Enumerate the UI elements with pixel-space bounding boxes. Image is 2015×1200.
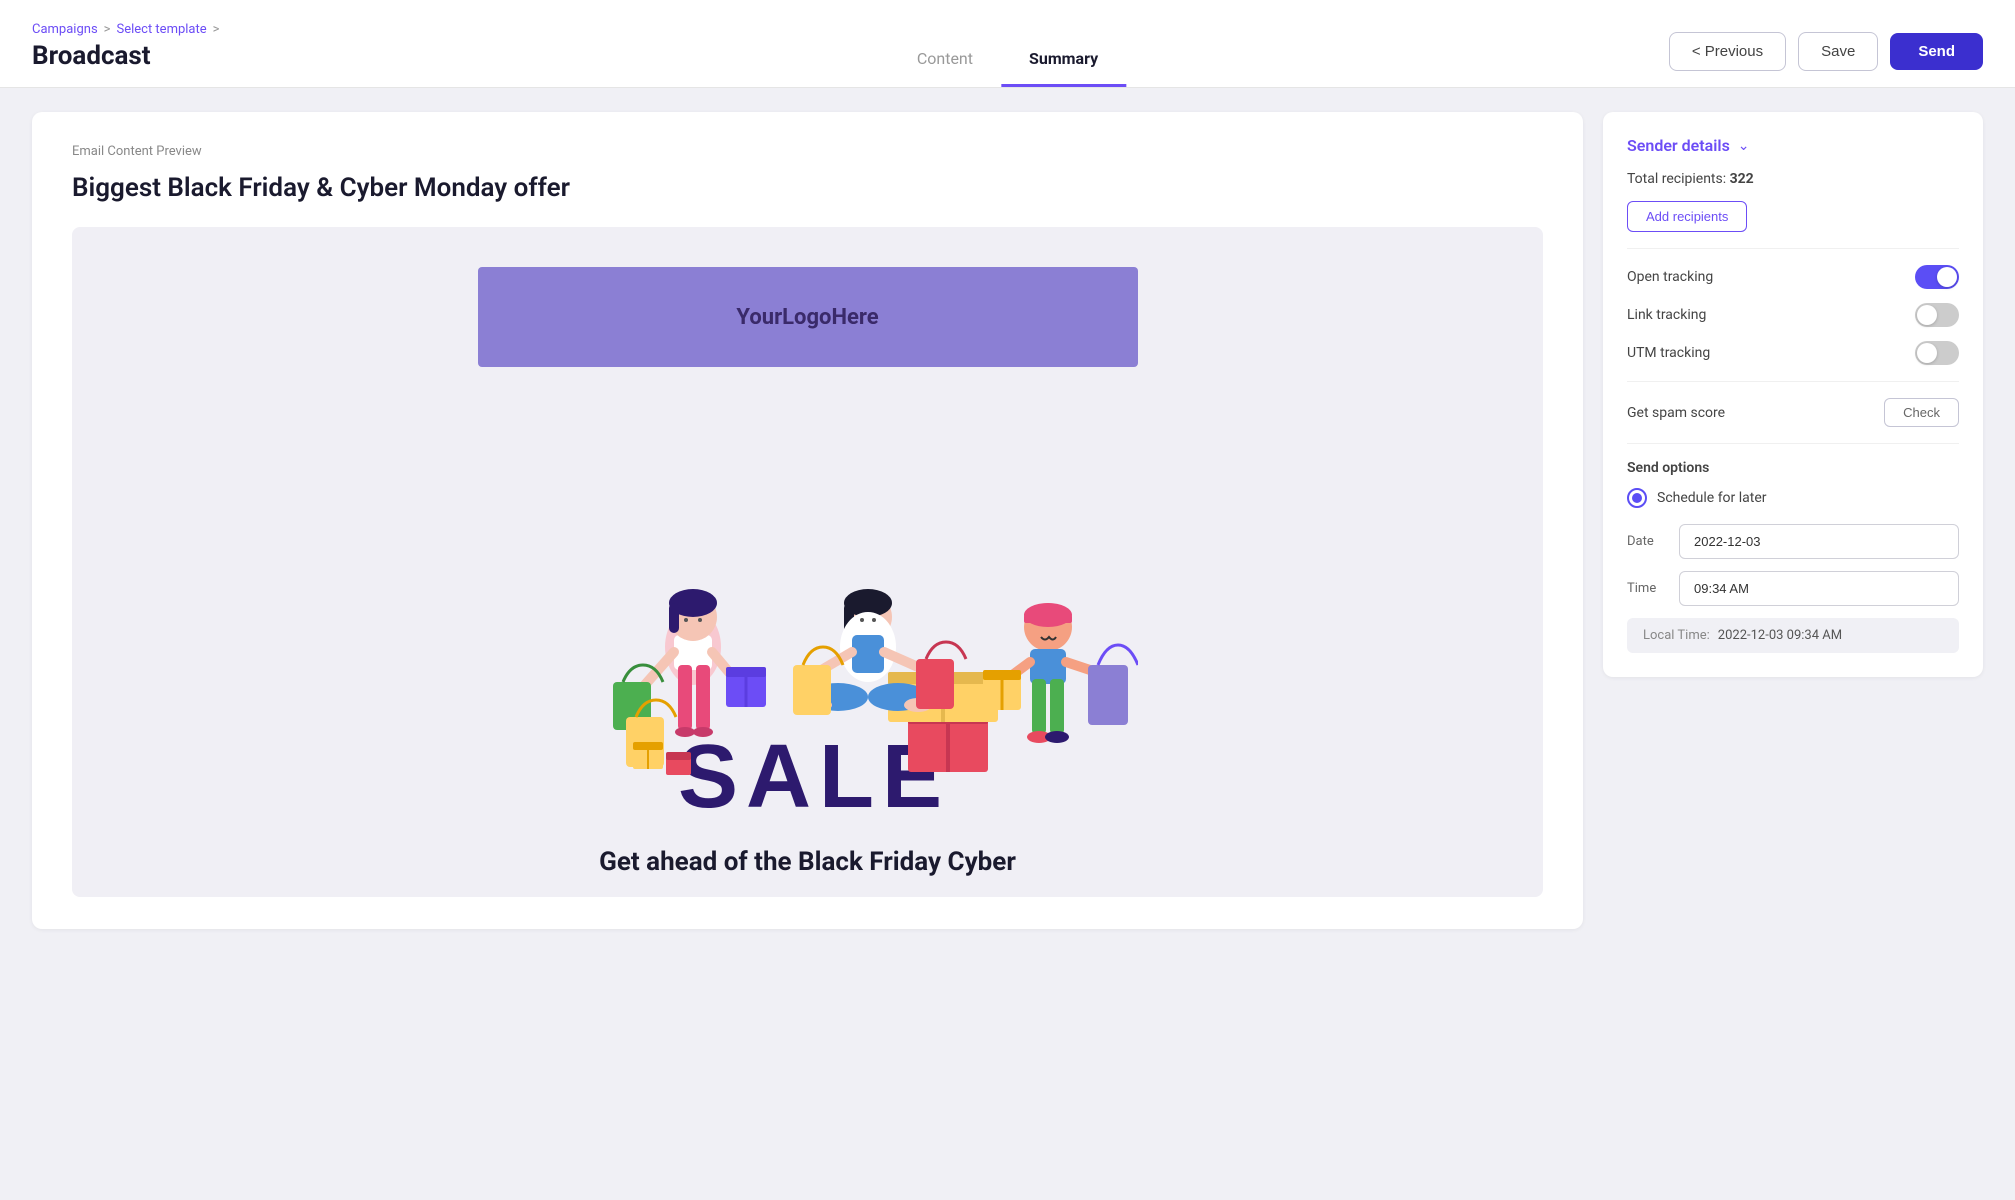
sender-details-card: Sender details ⌄ Total recipients: 322 A…	[1603, 112, 1983, 677]
time-input[interactable]	[1679, 571, 1959, 606]
header-actions: < Previous Save Send	[1669, 32, 1983, 87]
logo-text: YourLogoHere	[736, 305, 878, 330]
open-tracking-toggle[interactable]	[1915, 265, 1959, 289]
page-title: Broadcast	[32, 41, 219, 87]
check-button[interactable]: Check	[1884, 398, 1959, 427]
add-recipients-button[interactable]: Add recipients	[1627, 201, 1747, 232]
email-preview-panel: Email Content Preview Biggest Black Frid…	[32, 112, 1583, 929]
toggle-knob-3	[1917, 343, 1937, 363]
save-button[interactable]: Save	[1798, 32, 1878, 71]
schedule-later-label: Schedule for later	[1657, 490, 1767, 506]
main-content: Email Content Preview Biggest Black Frid…	[0, 88, 2015, 953]
local-time-row: Local Time: 2022-12-03 09:34 AM	[1627, 618, 1959, 653]
link-tracking-row: Link tracking	[1627, 303, 1959, 327]
header-tabs: Content Summary	[889, 37, 1126, 87]
sale-preview-text: Get ahead of the Black Friday Cyber	[72, 827, 1543, 897]
tab-summary[interactable]: Summary	[1001, 37, 1126, 87]
date-field-row: Date	[1627, 524, 1959, 559]
tab-content[interactable]: Content	[889, 37, 1001, 87]
divider-3	[1627, 443, 1959, 444]
breadcrumb: Campaigns > Select template >	[32, 22, 219, 37]
sender-header: Sender details ⌄	[1627, 136, 1959, 155]
page-header: Campaigns > Select template > Broadcast …	[0, 0, 2015, 88]
preview-label: Email Content Preview	[72, 144, 1543, 159]
email-preview-container: YourLogoHere SALE	[72, 227, 1543, 897]
breadcrumb-sep2: >	[213, 22, 220, 37]
schedule-radio-row[interactable]: Schedule for later	[1627, 488, 1959, 508]
date-label: Date	[1627, 534, 1667, 549]
logo-normal: YourLogo	[736, 305, 831, 330]
send-button[interactable]: Send	[1890, 33, 1983, 70]
recipients-row: Total recipients: 322	[1627, 171, 1959, 187]
total-recipients-label: Total recipients: 322	[1627, 171, 1754, 187]
header-left: Campaigns > Select template > Broadcast	[32, 22, 219, 87]
recipients-count: 322	[1730, 171, 1754, 187]
sale-illustration: SALE	[478, 387, 1138, 827]
local-time-label: Local Time:	[1643, 628, 1710, 643]
chevron-down-icon[interactable]: ⌄	[1738, 138, 1750, 154]
logo-bold: Here	[831, 305, 878, 330]
schedule-radio[interactable]	[1627, 488, 1647, 508]
local-time-value: 2022-12-03 09:34 AM	[1718, 628, 1842, 643]
toggle-knob-2	[1917, 305, 1937, 325]
link-tracking-toggle[interactable]	[1915, 303, 1959, 327]
open-tracking-row: Open tracking	[1627, 265, 1959, 289]
sidebar: Sender details ⌄ Total recipients: 322 A…	[1603, 112, 1983, 677]
spam-score-label: Get spam score	[1627, 405, 1725, 421]
toggle-knob	[1937, 267, 1957, 287]
breadcrumb-sep1: >	[104, 22, 111, 37]
date-input[interactable]	[1679, 524, 1959, 559]
utm-tracking-label: UTM tracking	[1627, 345, 1710, 361]
link-tracking-label: Link tracking	[1627, 307, 1706, 323]
divider-1	[1627, 248, 1959, 249]
breadcrumb-campaigns[interactable]: Campaigns	[32, 22, 98, 37]
email-subject: Biggest Black Friday & Cyber Monday offe…	[72, 173, 1543, 203]
open-tracking-label: Open tracking	[1627, 269, 1713, 285]
email-logo-banner: YourLogoHere	[478, 267, 1138, 367]
sender-details-title: Sender details	[1627, 136, 1730, 155]
utm-tracking-toggle[interactable]	[1915, 341, 1959, 365]
divider-2	[1627, 381, 1959, 382]
send-options-title: Send options	[1627, 460, 1959, 476]
spam-score-row: Get spam score Check	[1627, 398, 1959, 427]
previous-button[interactable]: < Previous	[1669, 32, 1786, 71]
time-field-row: Time	[1627, 571, 1959, 606]
utm-tracking-row: UTM tracking	[1627, 341, 1959, 365]
breadcrumb-select-template[interactable]: Select template	[116, 22, 206, 37]
time-label: Time	[1627, 581, 1667, 596]
radio-inner	[1632, 493, 1642, 503]
